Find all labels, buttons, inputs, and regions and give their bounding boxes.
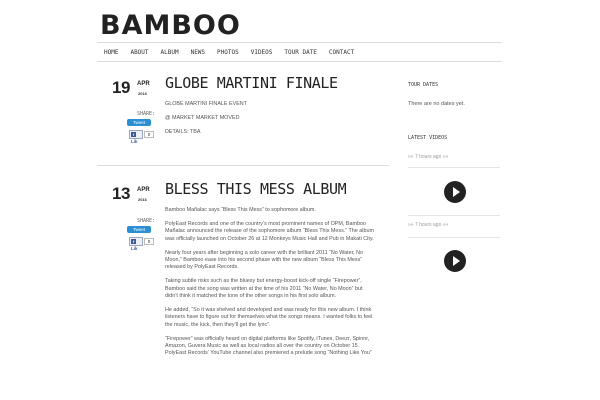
post-paragraph: Taking subtle risks such as the bluesy b… — [165, 278, 363, 300]
share-label: SHARE: — [136, 111, 155, 117]
post-month: APR — [137, 81, 150, 87]
post-paragraph: “Firepower” was officially heard on digi… — [165, 335, 372, 357]
divider — [408, 167, 500, 168]
post-year: 2016 — [138, 91, 147, 96]
post-paragraph: @ MARKET MARKET MOVED — [165, 115, 240, 122]
nav-contact[interactable]: CONTACT — [323, 49, 360, 56]
nav-album[interactable]: ALBUM — [155, 49, 185, 56]
nav-about[interactable]: ABOUT — [124, 49, 154, 56]
post-paragraph: Nearly four years after beginning a solo… — [165, 249, 364, 271]
nav-tour-date[interactable]: TOUR DATE — [278, 49, 323, 56]
post-title[interactable]: BLESS THIS MESS ALBUM — [165, 180, 347, 198]
share-box: SHARE: Tweet f Lik 0 — [123, 111, 155, 144]
like-label: Lik — [131, 246, 138, 251]
divider — [408, 237, 500, 238]
video-timestamp: »» 7 hours ago »» — [408, 222, 449, 228]
post-body: Bamboo Mañalac says “Bless This Mess” to… — [165, 207, 375, 365]
like-count: 0 — [144, 131, 154, 138]
post-globe-martini: 19 APR 2016 SHARE: Tweet f Lik 0 GLOBE MA… — [97, 74, 389, 166]
post-year: 2016 — [138, 197, 147, 202]
tour-dates-empty: There are no dates yet. — [408, 101, 465, 107]
post-title[interactable]: GLOBE MARTINI FINALE — [165, 74, 338, 92]
post-day: 19 — [112, 78, 130, 97]
latest-videos-title: LATEST VIDEOS — [408, 135, 448, 141]
post-date: 19 APR 2016 — [112, 78, 152, 98]
tour-dates-title: TOUR DATES — [408, 82, 439, 88]
tweet-button[interactable]: Tweet — [127, 226, 151, 233]
video-play-button[interactable] — [444, 250, 466, 272]
main-nav: HOME ABOUT ALBUM NEWS PHOTOS VIDEOS TOUR… — [97, 42, 502, 62]
post-paragraph: Bamboo Mañalac says “Bless This Mess” to… — [165, 207, 316, 213]
post-body: GLOBE MARTINI FINALE EVENT @ MARKET MARK… — [165, 101, 375, 143]
facebook-icon: f — [131, 132, 136, 137]
post-paragraph: DETAILS: TBA — [165, 129, 201, 136]
nav-photos[interactable]: PHOTOS — [211, 49, 245, 56]
post-date: 13 APR 2016 — [112, 184, 152, 204]
facebook-like: f Lik 0 — [123, 130, 155, 144]
video-play-button[interactable] — [444, 181, 466, 203]
share-box: SHARE: Tweet f Lik 0 — [123, 218, 155, 251]
post-month: APR — [137, 187, 150, 193]
site-logo[interactable]: BAMBOO — [100, 10, 241, 41]
facebook-like-button[interactable]: f Lik — [129, 237, 143, 251]
post-day: 13 — [112, 184, 130, 203]
divider — [408, 215, 500, 216]
share-label: SHARE: — [136, 218, 155, 224]
tweet-button[interactable]: Tweet — [127, 119, 151, 126]
facebook-like-button[interactable]: f Lik — [129, 130, 143, 144]
facebook-icon: f — [131, 239, 136, 244]
nav-news[interactable]: NEWS — [185, 49, 211, 56]
facebook-like: f Lik 0 — [123, 237, 155, 251]
post-paragraph: He added, “So it was shelved and develop… — [165, 307, 373, 328]
post-paragraph: GLOBE MARTINI FINALE EVENT — [165, 101, 247, 107]
like-count: 0 — [144, 238, 154, 245]
nav-home[interactable]: HOME — [97, 49, 124, 56]
like-label: Lik — [131, 139, 138, 144]
video-timestamp: »» 7 hours ago »» — [408, 154, 449, 160]
post-paragraph: PolyEast Records and one of the country’… — [165, 221, 374, 242]
post-bless-this-mess: 13 APR 2016 SHARE: Tweet f Lik 0 BLESS TH… — [97, 180, 389, 400]
nav-videos[interactable]: VIDEOS — [245, 49, 279, 56]
